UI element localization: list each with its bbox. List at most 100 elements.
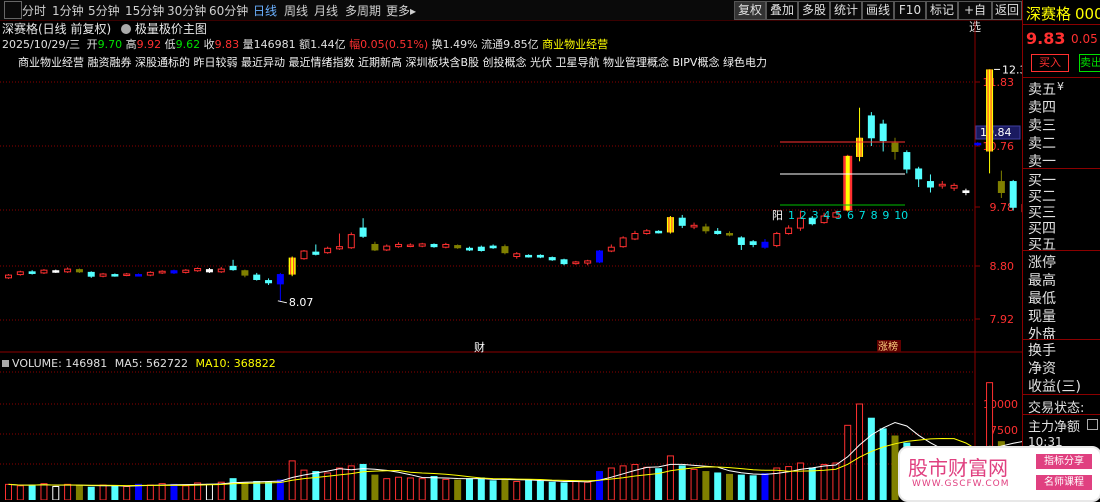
volume-bar [418, 478, 426, 500]
candle-body [501, 246, 509, 254]
volume-bar [643, 466, 651, 500]
stat-label-0: 涨停 [1028, 255, 1056, 271]
candle-body [643, 230, 651, 235]
volume-bar [678, 465, 686, 500]
volume-bar [123, 485, 131, 500]
candle-body [950, 184, 958, 189]
watermark-tag-1: 指标分享 [1036, 454, 1092, 469]
volume-name: VOLUME [12, 357, 59, 370]
candle-body [596, 250, 603, 263]
limit-marker: 涨榜 [878, 340, 898, 353]
volume-bar [229, 478, 237, 500]
candle-body [1009, 181, 1017, 208]
candle-body [28, 271, 36, 274]
candle-body [974, 142, 982, 146]
candle-body [465, 247, 473, 251]
watermark-tag-2: 名师课程 [1036, 475, 1092, 490]
candle-body [87, 271, 95, 277]
count-label: 10 [894, 209, 908, 222]
stat2-label-0: 换手 [1028, 343, 1056, 359]
volume-bar [135, 483, 143, 500]
candle-body [997, 181, 1005, 193]
watermark-url: WWW.GSCFW.COM [912, 479, 1010, 489]
kline-chart[interactable]: 11.8310.769.788.807.9210.8410000750012.3… [0, 0, 1022, 500]
yuan-icon: ¥ [1057, 80, 1064, 93]
count-label: 3 [812, 209, 819, 222]
candle-body [75, 269, 83, 273]
volume-bar [158, 483, 166, 500]
volume-collapse-icon[interactable] [2, 360, 9, 367]
candle-body [938, 183, 946, 187]
candle-body [749, 241, 757, 245]
volume-bar [395, 476, 403, 500]
candle-body [158, 270, 166, 274]
sell-button[interactable]: 卖出 [1079, 54, 1100, 72]
quote-stock-code: 000 [1075, 5, 1100, 23]
volume-bar [465, 478, 473, 500]
volume-bar [52, 485, 60, 500]
volume-bar [182, 485, 190, 500]
volume-bar [335, 467, 343, 500]
volume-bar [867, 417, 875, 500]
volume-bar [64, 483, 72, 500]
volume-bar [714, 472, 722, 500]
volume-bar [525, 479, 533, 500]
candle-body [335, 246, 343, 250]
ma5-label: MA5 [114, 357, 139, 370]
candle-body [253, 274, 261, 280]
volume-bar [253, 481, 261, 500]
main-net-toggle-icon[interactable] [1087, 419, 1098, 430]
volume-bar [536, 480, 544, 500]
candle-body [773, 233, 781, 247]
candle-body [690, 224, 698, 228]
low-pointer [277, 300, 287, 304]
volume-bar [572, 481, 580, 500]
ask-label-0: 卖五 [1028, 82, 1056, 98]
watermark-logo: 股市财富网 WWW.GSCFW.COM 指标分享 名师课程 [898, 446, 1100, 502]
watermark-brand: 股市财富网 [908, 456, 1008, 480]
volume-bar [607, 467, 615, 500]
volume-bar [28, 484, 36, 500]
candle-body [205, 269, 213, 273]
volume-bar [489, 480, 497, 500]
volume-bar [359, 463, 367, 500]
candle-body [489, 245, 497, 249]
count-label: 4 [823, 209, 830, 222]
candle-body [442, 243, 450, 248]
candle-body [726, 233, 734, 236]
volume-bar [170, 483, 178, 500]
high-price-label: 12.30 [1002, 63, 1022, 76]
candle-body [525, 254, 533, 258]
volume-bar [737, 474, 745, 500]
buy-button[interactable]: 买入 [1031, 54, 1069, 72]
candle-body [962, 190, 970, 194]
volume-bar [406, 477, 414, 500]
count-label: 6 [847, 209, 854, 222]
low-price-label: 8.07 [289, 296, 314, 309]
volume-bar [690, 468, 698, 500]
candle-body [536, 254, 544, 258]
candle-body [560, 259, 568, 265]
candle-body [737, 237, 745, 245]
volume-bar [205, 483, 213, 500]
current-price-label: 10.84 [980, 126, 1012, 139]
quote-panel: 深赛格 000 9.83 0.05 买入 卖出 卖五 卖四 卖三 卖二 卖一 ¥ 买一 买二… [1022, 0, 1100, 500]
candle-body [123, 273, 131, 277]
stat-label-1: 最高 [1028, 273, 1056, 289]
volume-bar [501, 478, 509, 500]
candle-body [40, 269, 48, 274]
volume-axis-label: 7500 [990, 424, 1018, 437]
volume-bar [5, 483, 12, 500]
count-label: 1 [788, 209, 795, 222]
volume-header: VOLUME: 146981 MA5: 562722 MA10: 368822 [2, 357, 276, 370]
volume-bar [761, 473, 769, 500]
candle-body [300, 250, 308, 260]
volume-bar [477, 477, 485, 500]
candle-body-stripe [669, 217, 672, 233]
volume-bar [87, 486, 95, 500]
volume-bar [75, 485, 83, 500]
candle-body [5, 274, 12, 279]
candle-body [99, 273, 107, 277]
candle-body [903, 152, 911, 170]
volume-bar [347, 465, 355, 500]
